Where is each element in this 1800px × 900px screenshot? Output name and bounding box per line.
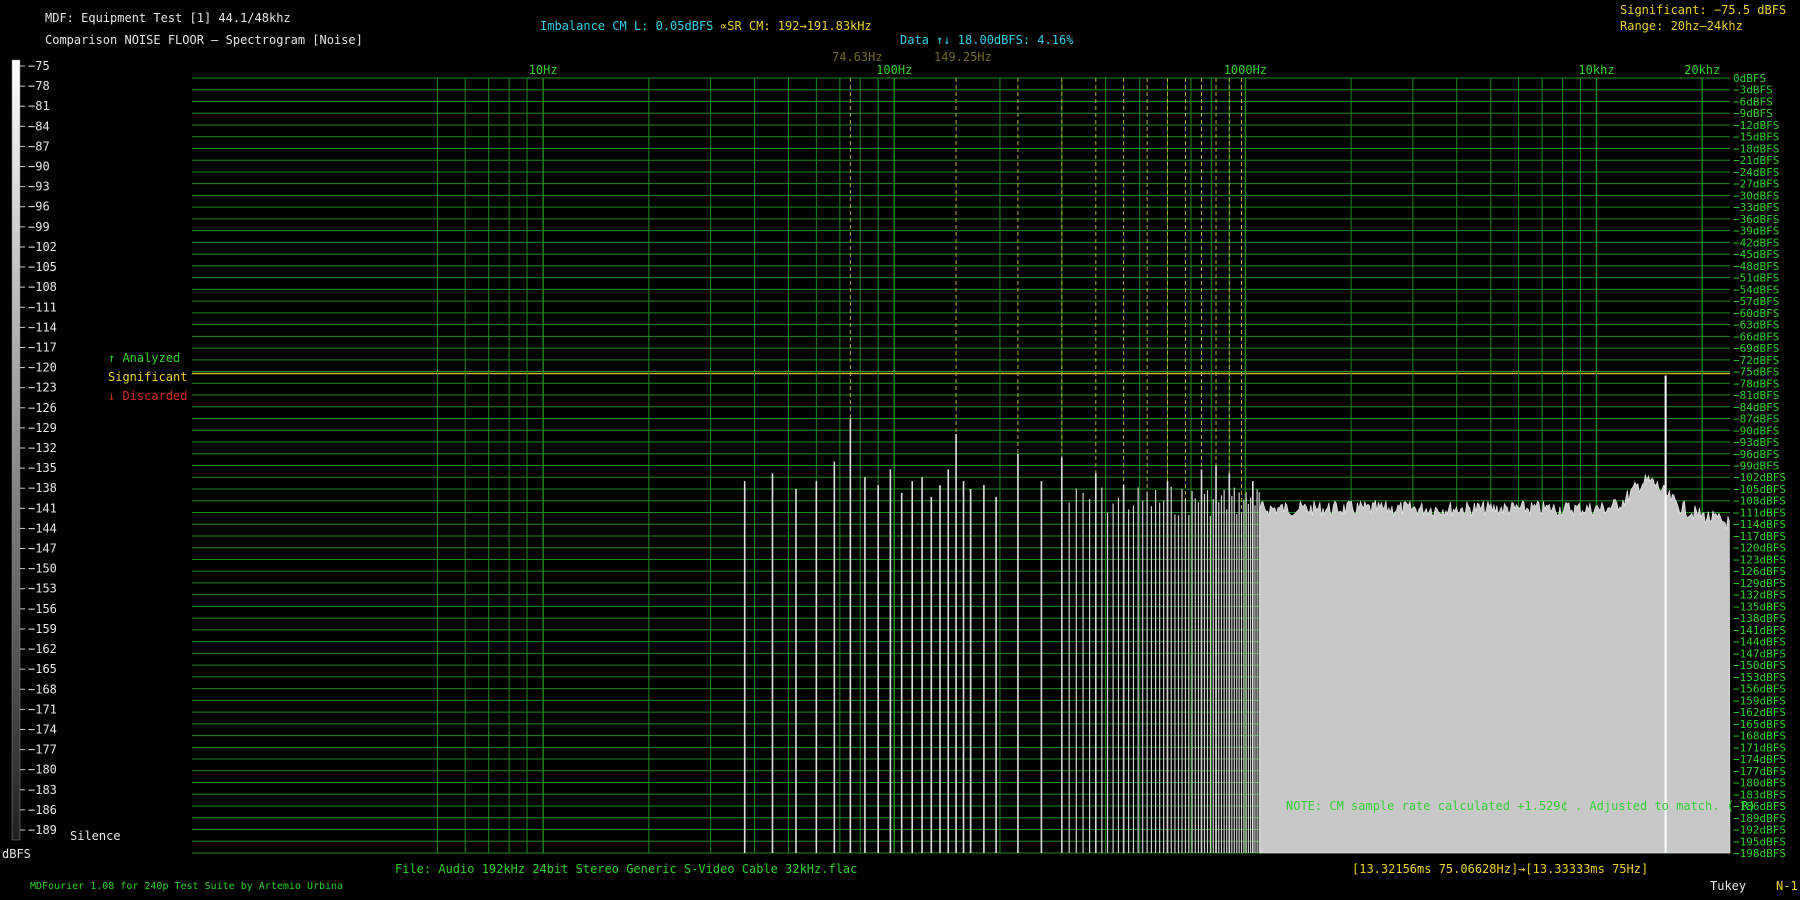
- color-scale-label: −165: [28, 662, 57, 676]
- sr-cm-readout: ∝SR CM: 192→191.83kHz: [720, 19, 872, 33]
- frequency-tick-label: 20khz: [1684, 63, 1720, 77]
- color-scale-label: −171: [28, 702, 57, 716]
- color-scale-label: −141: [28, 501, 57, 515]
- color-scale-label: −93: [28, 180, 50, 194]
- range-readout: Range: 20hz–24khz: [1620, 19, 1743, 33]
- header-title: MDF: Equipment Test [1] 44.1/48khz: [45, 11, 291, 25]
- significant-readout: Significant: −75.5 dBFS: [1620, 3, 1787, 17]
- color-scale-label: −117: [28, 340, 57, 354]
- credit-text: MDFourier 1.08 for 240p Test Suite by Ar…: [30, 881, 344, 892]
- color-scale-label: −159: [28, 622, 57, 636]
- imbalance-readout: Imbalance CM L: 0.05dBFS: [540, 19, 714, 33]
- color-scale-label: −75: [28, 59, 50, 73]
- frequency-tick-label: 100Hz: [876, 63, 912, 77]
- color-scale-label: −189: [28, 823, 57, 837]
- color-scale-label: −96: [28, 200, 50, 214]
- silence-label: Silence: [70, 829, 121, 843]
- color-scale: −75 −78 −81 −84 −87 −90 −93 −96 −99 −102 −105 −108 −…: [11, 59, 57, 841]
- color-scale-label: −120: [28, 361, 57, 375]
- color-scale-label: −99: [28, 220, 50, 234]
- color-scale-label: −87: [28, 139, 50, 153]
- frequency-tick-label: 1000Hz: [1224, 63, 1267, 77]
- color-scale-label: −102: [28, 240, 57, 254]
- color-scale-label: −108: [28, 280, 57, 294]
- db-axis-labels: 0dBFS−3dBFS−6dBFS−9dBFS−12dBFS−15dBFS−18…: [1733, 72, 1786, 860]
- color-scale-label: −138: [28, 481, 57, 495]
- color-scale-label: −135: [28, 461, 57, 475]
- db-tick-label: −198dBFS: [1733, 847, 1786, 860]
- color-scale-label: −81: [28, 99, 50, 113]
- color-scale-label: −129: [28, 421, 57, 435]
- color-scale-label: −183: [28, 783, 57, 797]
- data-readout: Data ↑↓ 18.00dBFS: 4.16%: [900, 33, 1074, 47]
- color-scale-label: −174: [28, 722, 57, 736]
- color-scale-label: −186: [28, 803, 57, 817]
- color-scale-label: −162: [28, 642, 57, 656]
- n-label: N-1: [1776, 879, 1798, 893]
- frequency-tick-label: 10khz: [1578, 63, 1614, 77]
- color-scale-label: −90: [28, 160, 50, 174]
- cm-sample-note: NOTE: CM sample rate calculated +1.529¢ …: [1286, 799, 1756, 813]
- spectrogram-plot: 0dBFS−3dBFS−6dBFS−9dBFS−12dBFS−15dBFS−18…: [11, 59, 1786, 860]
- marker-label-1: 74.63Hz: [832, 50, 883, 64]
- legend-analyzed: ↑ Analyzed: [108, 351, 181, 365]
- spectrum-bars: [743, 375, 1731, 854]
- time-range: [13.32156ms 75.06628Hz]→[13.33333ms 75Hz…: [1352, 862, 1649, 876]
- header-subtitle: Comparison NOISE FLOOR – Spectrogram [No…: [45, 33, 363, 47]
- color-scale-label: −156: [28, 602, 57, 616]
- color-scale-label: −84: [28, 119, 50, 133]
- legend-discarded: ↓ Discarded: [108, 389, 188, 403]
- color-scale-label: −150: [28, 562, 57, 576]
- color-scale-label: −168: [28, 682, 57, 696]
- color-scale-label: −114: [28, 320, 57, 334]
- legend-significant: Significant: [108, 370, 188, 384]
- color-scale-label: −123: [28, 381, 57, 395]
- color-scale-label: −177: [28, 743, 57, 757]
- color-scale-label: −144: [28, 521, 57, 535]
- color-scale-label: −105: [28, 260, 57, 274]
- color-scale-label: −132: [28, 441, 57, 455]
- color-scale-label: −180: [28, 763, 57, 777]
- color-scale-bar: [11, 59, 21, 841]
- noise-floor-area: [1259, 474, 1731, 854]
- color-scale-label: −126: [28, 401, 57, 415]
- scale-unit-label: dBFS: [2, 847, 31, 861]
- color-scale-label: −111: [28, 300, 57, 314]
- frequency-axis-labels: 10Hz 100Hz 1000Hz 10khz 20khz: [529, 63, 1721, 77]
- window-name: Tukey: [1710, 879, 1747, 893]
- frequency-tick-label: 10Hz: [529, 63, 558, 77]
- file-name: File: Audio 192kHz 24bit Stereo Generic …: [395, 862, 858, 876]
- color-scale-label: −147: [28, 542, 57, 556]
- color-scale-label: −78: [28, 79, 50, 93]
- marker-label-2: 149.25Hz: [934, 50, 992, 64]
- color-scale-label: −153: [28, 582, 57, 596]
